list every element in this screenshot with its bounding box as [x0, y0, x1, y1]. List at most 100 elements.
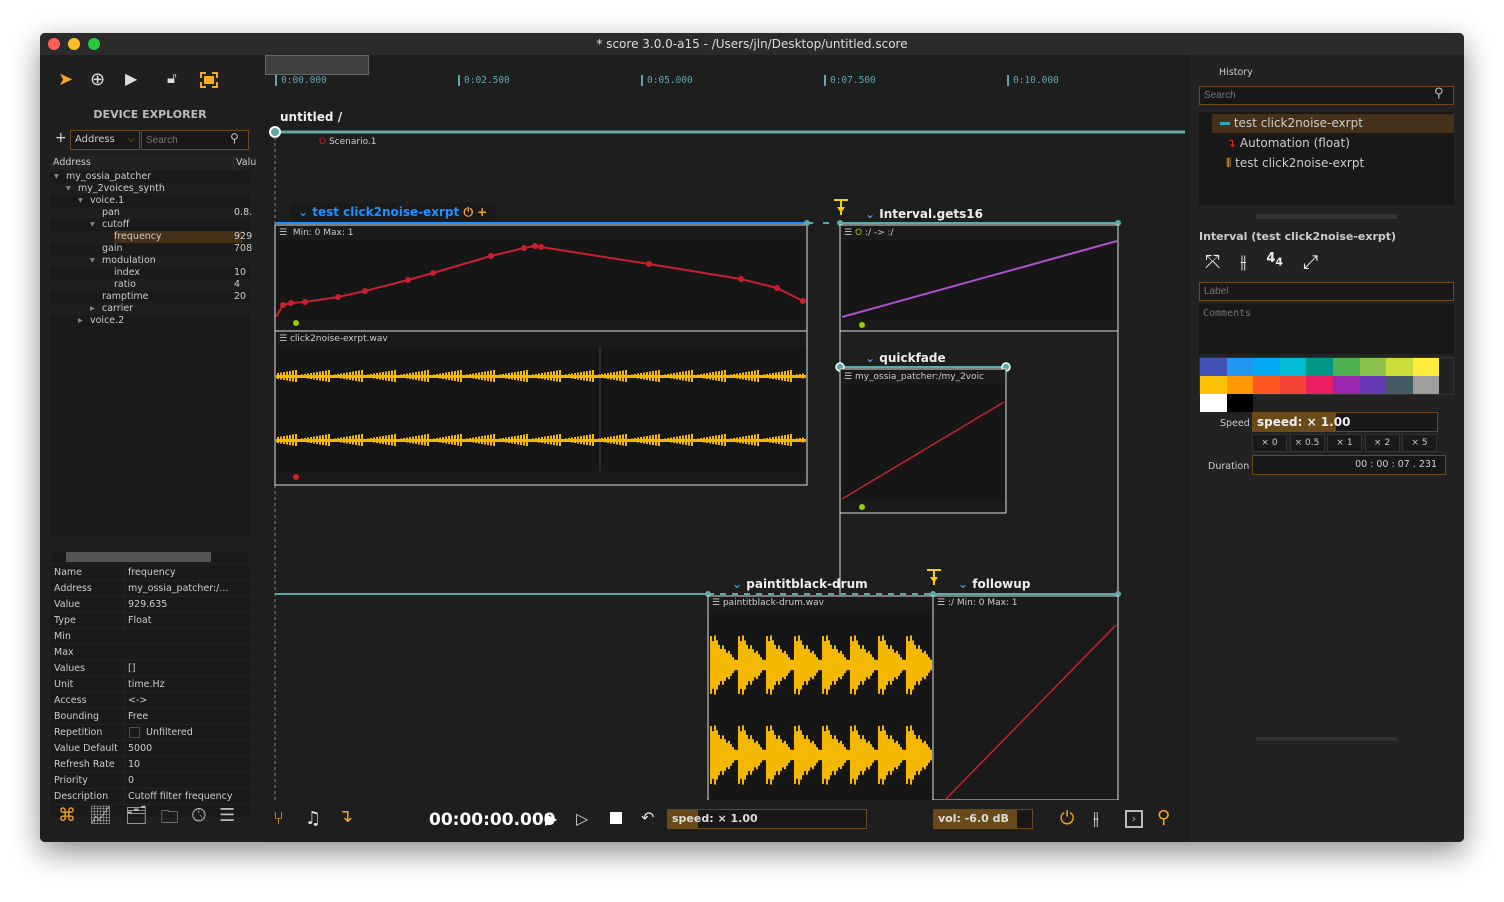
- power-icon[interactable]: ⏻: [1060, 808, 1074, 829]
- speed-multiplier-button[interactable]: × 2: [1364, 434, 1400, 452]
- interval-gets16-title[interactable]: ⌄ Interval.gets16: [865, 207, 983, 221]
- speed-multiplier-button[interactable]: × 5: [1402, 434, 1437, 452]
- automation-icon[interactable]: ↴: [338, 806, 353, 827]
- device-tree[interactable]: ▾ my_ossia_patcher ▾ my_2voices_synth ▾ voice…: [50, 171, 252, 536]
- color-swatch[interactable]: [1332, 358, 1360, 376]
- color-swatch[interactable]: [1279, 376, 1307, 394]
- chevron-down-icon[interactable]: ⌄: [298, 205, 308, 219]
- stop-button[interactable]: [610, 812, 622, 824]
- expand-arrow-icon[interactable]: ▾: [90, 219, 95, 231]
- tree-item[interactable]: ▾ modulation: [50, 255, 250, 267]
- interval-test-header[interactable]: ⌄ test click2noise-exrpt ⏻ +: [290, 203, 496, 221]
- expand-arrow-icon[interactable]: ▸: [78, 315, 83, 327]
- music-note-icon[interactable]: ♫: [305, 808, 321, 829]
- fullscreen-icon[interactable]: [200, 72, 218, 88]
- color-swatch[interactable]: [1200, 376, 1227, 394]
- history-item[interactable]: test click2noise-exrpt: [1212, 114, 1454, 133]
- add-circle-icon[interactable]: ⊕: [90, 69, 105, 90]
- label-input[interactable]: [1199, 282, 1454, 301]
- power-icon[interactable]: ⏻: [463, 205, 473, 219]
- history-icon[interactable]: 🕓︎: [192, 805, 206, 835]
- color-swatch[interactable]: [1226, 394, 1254, 412]
- color-swatch[interactable]: [1359, 358, 1387, 376]
- color-swatch[interactable]: [1386, 376, 1413, 394]
- folder-icon[interactable]: 🗀: [161, 805, 179, 835]
- reinit-icon[interactable]: ↶: [641, 808, 654, 827]
- play-button[interactable]: ▶: [545, 809, 557, 828]
- tree-item[interactable]: pan 0.8.: [50, 207, 252, 219]
- tree-item[interactable]: ramptime 20: [50, 291, 250, 303]
- duration-field[interactable]: 00 : 00 : 07 . 231: [1252, 455, 1446, 475]
- splitter-handle[interactable]: [1256, 737, 1397, 741]
- color-palette[interactable]: [1199, 357, 1454, 412]
- expand-arrow-icon[interactable]: ▾: [90, 255, 95, 267]
- console-icon[interactable]: ›: [1125, 810, 1143, 828]
- scenario-canvas[interactable]: 0:00.000 0:02.500 0:05.000 0:07.500 0:10…: [265, 55, 1185, 800]
- color-swatch[interactable]: [1332, 376, 1360, 394]
- time-signature-icon[interactable]: 44: [1266, 251, 1283, 273]
- color-swatch[interactable]: [1386, 358, 1413, 376]
- connect-icon[interactable]: ⤢: [1303, 251, 1318, 273]
- interval-followup-title[interactable]: ⌄ followup: [958, 577, 1030, 591]
- interval-paintitblack-title[interactable]: ⌄ paintitblack-drum: [732, 577, 868, 591]
- color-swatch[interactable]: [1200, 394, 1227, 412]
- tree-item[interactable]: ▾ my_ossia_patcher: [50, 171, 250, 183]
- color-swatch[interactable]: [1306, 376, 1333, 394]
- user-folder-icon[interactable]: 🗂︎: [125, 805, 148, 835]
- history-item[interactable]: ⦀ test click2noise-exrpt: [1224, 154, 1364, 173]
- log-icon[interactable]: ☰: [219, 805, 235, 835]
- speed-multiplier-button[interactable]: × 0: [1252, 434, 1287, 452]
- expand-arrow-icon[interactable]: ▾: [54, 171, 59, 183]
- mixer-icon[interactable]: ⫲: [1093, 808, 1099, 829]
- lock-icon[interactable]: 🔓︎: [167, 69, 177, 87]
- minimize-button[interactable]: [68, 38, 80, 50]
- interval-speed-slider[interactable]: speed: × 1.00: [1252, 412, 1438, 432]
- color-swatch[interactable]: [1412, 376, 1440, 394]
- horizontal-scrollbar[interactable]: [52, 552, 248, 562]
- select-arrow-icon[interactable]: ➤: [58, 69, 73, 90]
- expand-arrow-icon[interactable]: ▸: [90, 303, 95, 315]
- property-value[interactable]: Unfiltered: [124, 725, 193, 741]
- tree-item[interactable]: ▾ cutoff: [50, 219, 250, 231]
- tree-item[interactable]: ▸ carrier: [50, 303, 250, 315]
- interval-quickfade-title[interactable]: ⌄ quickfade: [865, 351, 946, 365]
- tree-item[interactable]: frequency 929: [50, 231, 252, 243]
- color-swatch[interactable]: [1200, 358, 1227, 376]
- expand-icon[interactable]: ⤧: [1205, 251, 1220, 273]
- color-swatch[interactable]: [1226, 358, 1254, 376]
- tree-item[interactable]: ▾ voice.1: [50, 195, 250, 207]
- volume-slider[interactable]: vol: -6.0 dB: [933, 809, 1033, 829]
- repetition-checkbox[interactable]: [129, 727, 140, 738]
- tree-item[interactable]: ▸ voice.2: [50, 315, 250, 327]
- speed-multiplier-button[interactable]: × 1: [1327, 434, 1362, 452]
- network-icon[interactable]: ⌘: [58, 805, 76, 835]
- zoom-button[interactable]: [88, 38, 100, 50]
- color-swatch[interactable]: [1412, 358, 1440, 376]
- color-swatch[interactable]: [1279, 358, 1307, 376]
- comments-input[interactable]: [1199, 304, 1454, 354]
- close-button[interactable]: [48, 38, 60, 50]
- color-swatch[interactable]: [1359, 376, 1387, 394]
- address-select[interactable]: Address ⌵: [70, 130, 140, 150]
- color-swatch[interactable]: [1226, 376, 1254, 394]
- color-swatch[interactable]: [1253, 358, 1280, 376]
- search-icon[interactable]: ⚲: [1157, 807, 1170, 828]
- tree-item[interactable]: ▾ my_2voices_synth: [50, 183, 250, 195]
- color-swatch[interactable]: [1306, 358, 1333, 376]
- play-from-button[interactable]: ▷: [576, 809, 588, 828]
- scenario-icon[interactable]: ⑂: [273, 808, 284, 829]
- history-search-input[interactable]: [1199, 86, 1454, 105]
- color-swatch[interactable]: [1253, 376, 1280, 394]
- play-icon[interactable]: ▶: [125, 69, 137, 88]
- expand-arrow-icon[interactable]: ▾: [66, 183, 71, 195]
- history-list[interactable]: test click2noise-exrpt ↴ Automation (flo…: [1199, 112, 1454, 205]
- speed-multiplier-button[interactable]: × 0.5: [1289, 434, 1325, 452]
- global-speed-slider[interactable]: speed: × 1.00: [667, 809, 867, 829]
- add-icon[interactable]: +: [477, 205, 487, 219]
- tree-item[interactable]: index 10: [50, 267, 250, 279]
- splitter-handle[interactable]: [1256, 214, 1397, 219]
- tree-item[interactable]: ratio 4: [50, 279, 250, 291]
- chart-icon[interactable]: 📈︎: [89, 805, 112, 835]
- add-device-button[interactable]: +: [55, 130, 67, 146]
- mixer-icon[interactable]: ⫲: [1240, 251, 1246, 273]
